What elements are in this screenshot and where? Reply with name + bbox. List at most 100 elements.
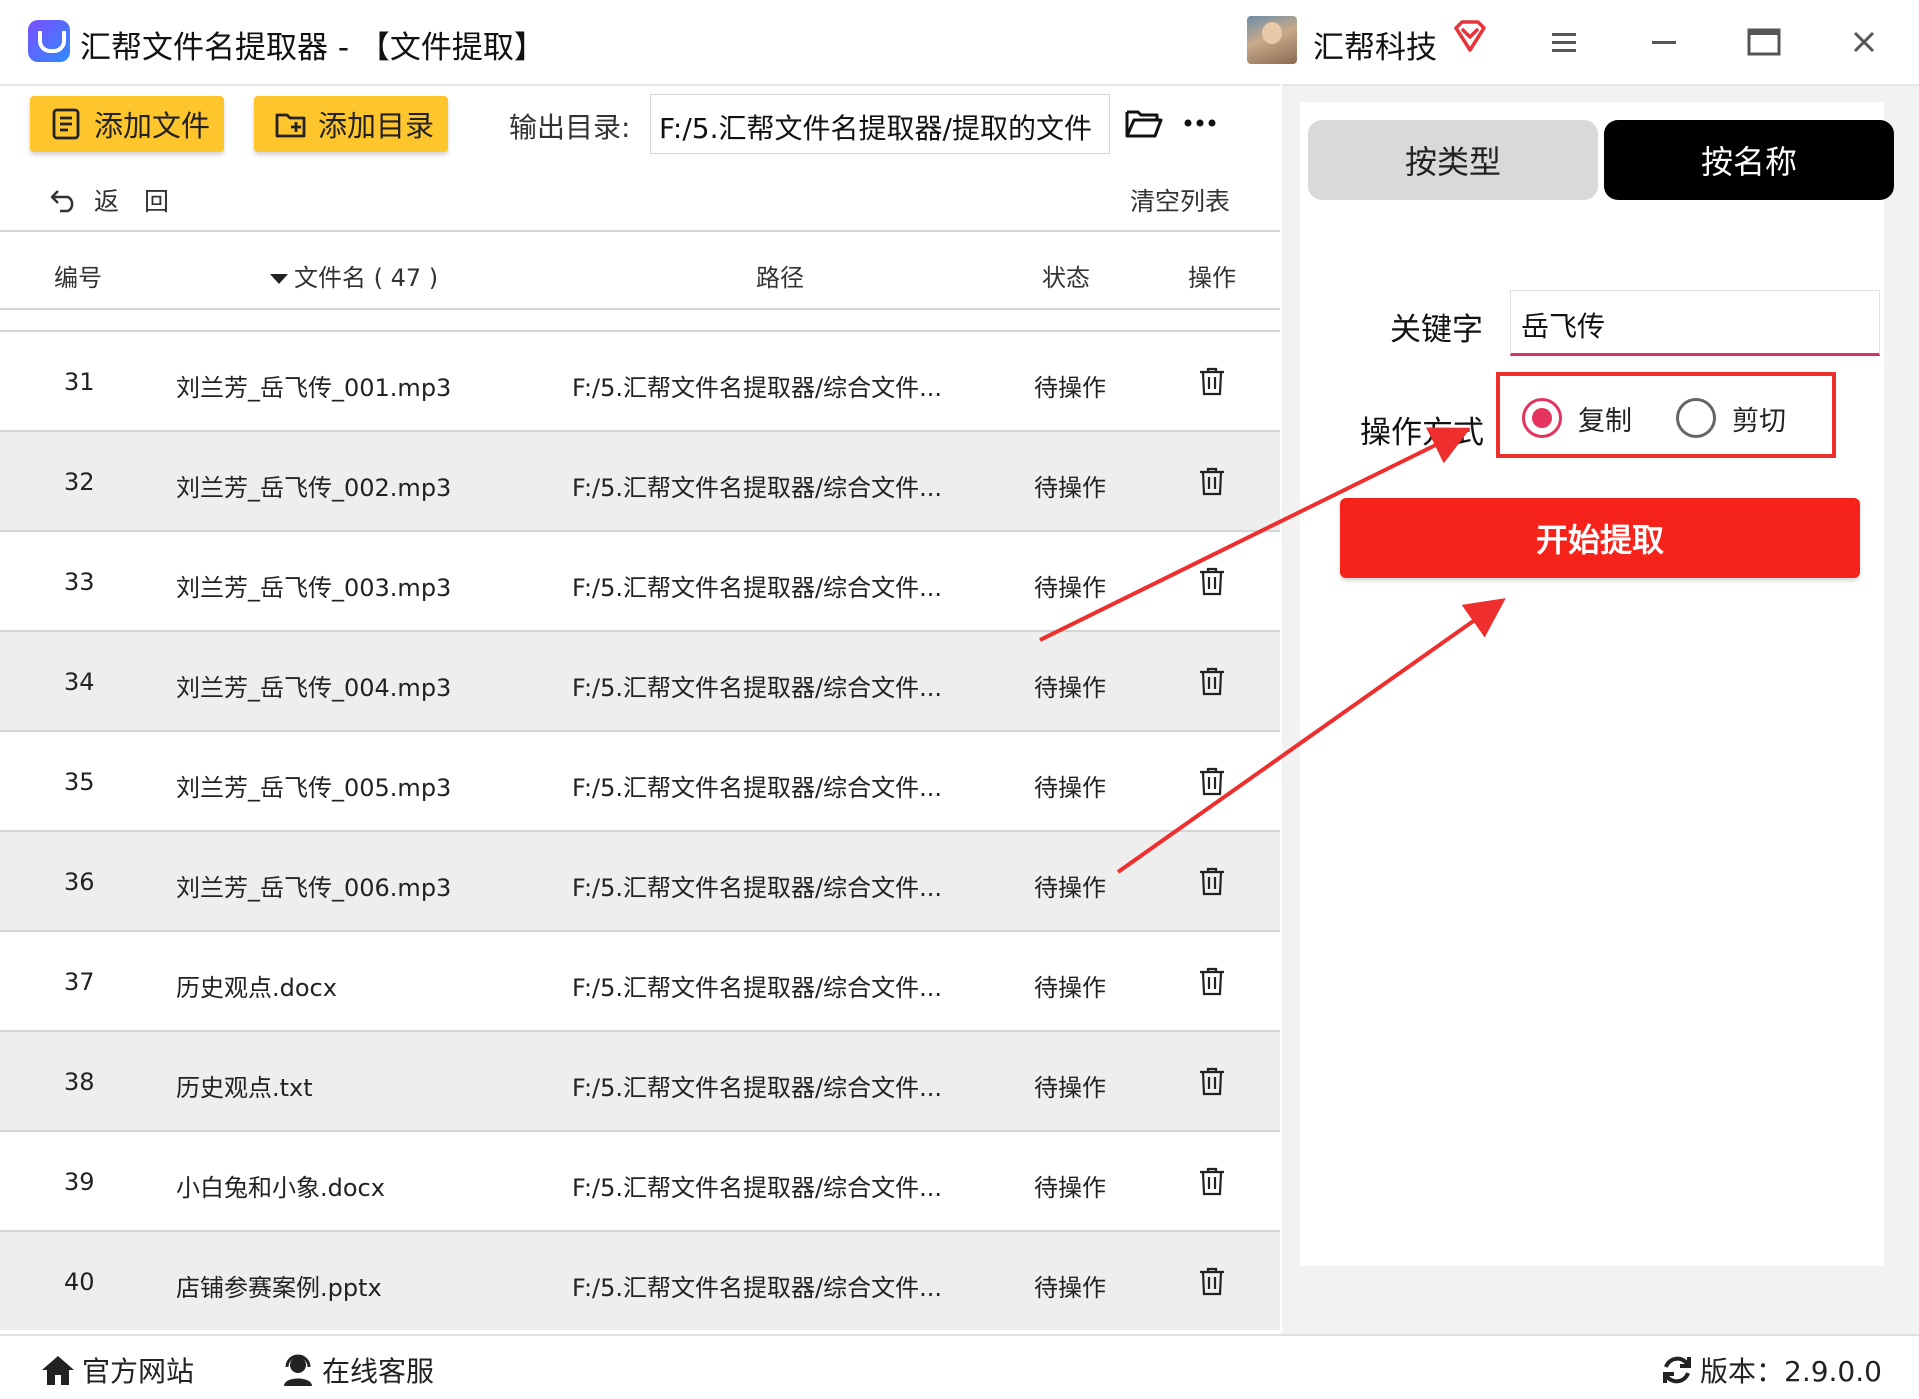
row-status: 待操作 (1034, 674, 1106, 702)
delete-trash-icon[interactable] (1198, 466, 1226, 496)
official-site-link[interactable]: 官方网站 (40, 1350, 194, 1390)
row-status: 待操作 (1034, 374, 1106, 402)
operation-mode-highlight: 复制 剪切 (1496, 372, 1836, 458)
row-path: F:/5.汇帮文件名提取器/综合文件... (572, 874, 942, 902)
row-status: 待操作 (1034, 574, 1106, 602)
version-info: 版本：2.9.0.0 (1660, 1350, 1882, 1390)
delete-trash-icon[interactable] (1198, 666, 1226, 696)
table-row[interactable]: 31 刘兰芳_岳飞传_001.mp3 F:/5.汇帮文件名提取器/综合文件...… (0, 330, 1280, 430)
home-icon (42, 1356, 74, 1385)
row-status: 待操作 (1034, 1274, 1106, 1302)
delete-trash-icon[interactable] (1198, 766, 1226, 796)
maximize-icon[interactable] (1744, 22, 1784, 62)
header-operation: 操作 (1188, 264, 1236, 292)
table-row[interactable]: 36 刘兰芳_岳飞传_006.mp3 F:/5.汇帮文件名提取器/综合文件...… (0, 830, 1280, 930)
delete-trash-icon[interactable] (1198, 566, 1226, 596)
row-path: F:/5.汇帮文件名提取器/综合文件... (572, 1074, 942, 1102)
output-directory-label: 输出目录: (509, 111, 631, 144)
version-label: 版本：2.9.0.0 (1700, 1355, 1882, 1388)
add-file-label: 添加文件 (94, 109, 211, 143)
delete-trash-icon[interactable] (1198, 866, 1226, 896)
add-folder-icon (275, 113, 306, 138)
app-logo-icon (28, 20, 70, 62)
row-filename: 店铺参赛案例.pptx (176, 1274, 382, 1302)
table-row[interactable]: 33 刘兰芳_岳飞传_003.mp3 F:/5.汇帮文件名提取器/综合文件...… (0, 530, 1280, 630)
table-row[interactable]: 40 店铺参赛案例.pptx F:/5.汇帮文件名提取器/综合文件... 待操作 (0, 1230, 1280, 1330)
tab-by-type[interactable]: 按类型 (1308, 120, 1598, 200)
delete-trash-icon[interactable] (1198, 966, 1226, 996)
table-row[interactable]: 38 历史观点.txt F:/5.汇帮文件名提取器/综合文件... 待操作 (0, 1030, 1280, 1130)
keyword-label: 关键字 (1390, 312, 1483, 348)
delete-trash-icon[interactable] (1198, 1266, 1226, 1296)
menu-icon[interactable] (1544, 22, 1584, 62)
row-filename: 刘兰芳_岳飞传_002.mp3 (176, 474, 452, 502)
close-icon[interactable] (1844, 22, 1884, 62)
user-avatar[interactable] (1247, 16, 1297, 64)
row-path: F:/5.汇帮文件名提取器/综合文件... (572, 1174, 942, 1202)
header-path[interactable]: 路径 (756, 258, 804, 293)
back-arrow-icon (50, 190, 74, 213)
header-status[interactable]: 状态 (1042, 258, 1090, 293)
row-filename: 历史观点.docx (176, 974, 337, 1002)
start-extract-button[interactable]: 开始提取 (1340, 498, 1860, 578)
tab-by-name[interactable]: 按名称 (1604, 120, 1894, 200)
row-number: 35 (64, 768, 95, 796)
row-number: 37 (64, 968, 95, 996)
clear-list-button[interactable]: 清空列表 (1130, 182, 1230, 218)
row-status: 待操作 (1034, 774, 1106, 802)
add-directory-button[interactable]: 添加目录 (254, 96, 448, 152)
delete-trash-icon[interactable] (1198, 366, 1226, 396)
online-service-link[interactable]: 在线客服 (280, 1350, 434, 1390)
header-number[interactable]: 编号 (54, 258, 102, 293)
folder-open-icon[interactable] (1124, 106, 1164, 140)
row-status: 待操作 (1034, 1074, 1106, 1102)
row-number: 36 (64, 868, 95, 896)
settings-card: 按类型 按名称 关键字 岳飞传 操作方式 复制 剪切 开始提取 (1300, 102, 1894, 1266)
row-filename: 历史观点.txt (176, 1074, 313, 1102)
keyword-input[interactable]: 岳飞传 (1510, 290, 1880, 356)
add-file-icon (52, 108, 80, 140)
row-number: 34 (64, 668, 95, 696)
row-number: 31 (64, 368, 95, 396)
title-bar: 汇帮文件名提取器 - 【文件提取】 汇帮科技 (0, 0, 1919, 84)
radio-copy-label: 复制 (1578, 405, 1632, 437)
row-number: 32 (64, 468, 95, 496)
more-options-icon[interactable] (1180, 108, 1220, 138)
table-row[interactable]: 37 历史观点.docx F:/5.汇帮文件名提取器/综合文件... 待操作 (0, 930, 1280, 1030)
radio-checked-icon (1522, 398, 1562, 438)
row-path: F:/5.汇帮文件名提取器/综合文件... (572, 774, 942, 802)
sort-desc-icon (270, 274, 288, 284)
row-filename: 刘兰芳_岳飞传_004.mp3 (176, 674, 452, 702)
online-service-label: 在线客服 (322, 1355, 435, 1388)
minimize-icon[interactable] (1644, 22, 1684, 62)
vip-diamond-icon[interactable] (1452, 18, 1488, 54)
brand-name: 汇帮科技 (1313, 30, 1437, 66)
output-directory-field[interactable]: F:/5.汇帮文件名提取器/提取的文件 (650, 94, 1110, 154)
row-number: 39 (64, 1168, 95, 1196)
official-site-label: 官方网站 (82, 1355, 195, 1388)
row-path: F:/5.汇帮文件名提取器/综合文件... (572, 1274, 942, 1302)
row-path: F:/5.汇帮文件名提取器/综合文件... (572, 474, 942, 502)
radio-cut[interactable]: 剪切 (1676, 398, 1786, 438)
table-row[interactable]: 35 刘兰芳_岳飞传_005.mp3 F:/5.汇帮文件名提取器/综合文件...… (0, 730, 1280, 830)
row-filename: 刘兰芳_岳飞传_006.mp3 (176, 874, 452, 902)
table-row[interactable]: 32 刘兰芳_岳飞传_002.mp3 F:/5.汇帮文件名提取器/综合文件...… (0, 430, 1280, 530)
back-button[interactable]: 返 回 (50, 182, 169, 218)
file-list-panel: 添加文件 添加目录 输出目录: F:/5.汇帮文件名提取器/提取的文件 返 回 … (0, 84, 1280, 1334)
table-row[interactable]: 39 小白兔和小象.docx F:/5.汇帮文件名提取器/综合文件... 待操作 (0, 1130, 1280, 1230)
radio-unchecked-icon (1676, 398, 1716, 438)
row-number: 38 (64, 1068, 95, 1096)
row-status: 待操作 (1034, 474, 1106, 502)
table-row[interactable]: 34 刘兰芳_岳飞传_004.mp3 F:/5.汇帮文件名提取器/综合文件...… (0, 630, 1280, 730)
refresh-icon[interactable] (1660, 1353, 1694, 1387)
customer-service-icon (284, 1354, 312, 1386)
header-filename[interactable]: 文件名 ( 47 ) (270, 258, 438, 293)
operation-mode-label: 操作方式 (1360, 415, 1484, 451)
settings-panel: 按类型 按名称 关键字 岳飞传 操作方式 复制 剪切 开始提取 (1282, 84, 1919, 1334)
row-path: F:/5.汇帮文件名提取器/综合文件... (572, 974, 942, 1002)
row-status: 待操作 (1034, 1174, 1106, 1202)
delete-trash-icon[interactable] (1198, 1166, 1226, 1196)
radio-copy[interactable]: 复制 (1522, 398, 1632, 438)
delete-trash-icon[interactable] (1198, 1066, 1226, 1096)
add-file-button[interactable]: 添加文件 (30, 96, 224, 152)
